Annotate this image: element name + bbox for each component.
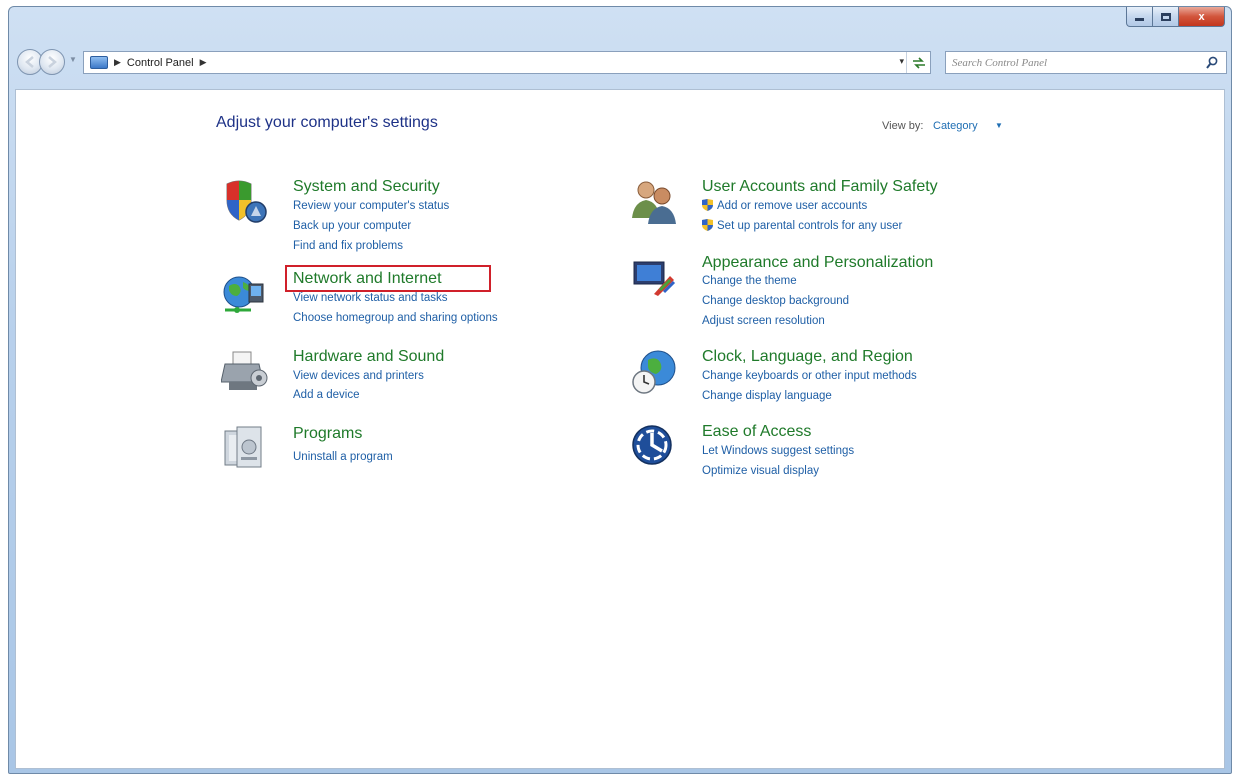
category-title[interactable]: Appearance and Personalization <box>702 254 933 272</box>
forward-arrow-icon <box>48 56 57 68</box>
security-shield-icon <box>226 180 267 223</box>
close-button[interactable]: x <box>1179 7 1225 27</box>
category-title[interactable]: User Accounts and Family Safety <box>702 178 938 196</box>
link-add-remove-users[interactable]: Add or remove user accounts <box>702 199 867 212</box>
link-desktop-background[interactable]: Change desktop background <box>702 295 849 307</box>
link-homegroup[interactable]: Choose homegroup and sharing options <box>293 312 498 324</box>
link-windows-suggest[interactable]: Let Windows suggest settings <box>702 445 854 457</box>
maximize-button[interactable] <box>1153 7 1179 27</box>
users-icon <box>632 181 676 224</box>
link-screen-resolution[interactable]: Adjust screen resolution <box>702 315 825 327</box>
clock-globe-icon <box>632 350 676 394</box>
link-change-theme[interactable]: Change the theme <box>702 275 797 287</box>
view-by-dropdown[interactable]: Category <box>933 120 978 132</box>
maximize-icon <box>1160 12 1171 21</box>
link-review-status[interactable]: Review your computer's status <box>293 200 449 212</box>
uac-shield-icon <box>702 219 713 231</box>
page-title: Adjust your computer's settings <box>216 114 438 131</box>
category-user-accounts: User Accounts and Family Safety Add or r… <box>630 178 1030 240</box>
network-globe-icon <box>223 276 264 313</box>
link-back-up[interactable]: Back up your computer <box>293 220 411 232</box>
minimize-icon <box>1135 18 1144 21</box>
programs-icon <box>224 426 262 468</box>
breadcrumb-chevron-icon[interactable]: ▶ <box>200 57 207 68</box>
search-icon[interactable] <box>1206 56 1218 70</box>
category-title[interactable]: Network and Internet <box>293 270 442 288</box>
link-parental-controls-label: Set up parental controls for any user <box>717 220 903 232</box>
close-icon: x <box>1198 10 1205 23</box>
control-panel-icon <box>90 56 108 69</box>
category-system-security: System and Security Review your computer… <box>221 178 601 258</box>
search-input[interactable] <box>952 52 1202 73</box>
link-add-remove-users-label: Add or remove user accounts <box>717 200 868 212</box>
printer-icon <box>221 351 268 390</box>
category-clock-language-region: Clock, Language, and Region Change keybo… <box>630 348 1030 408</box>
chevron-down-icon[interactable]: ▼ <box>995 121 1003 130</box>
ease-of-access-icon <box>632 425 672 465</box>
category-title[interactable]: System and Security <box>293 178 440 196</box>
caption-buttons: x <box>1126 7 1225 27</box>
category-title[interactable]: Clock, Language, and Region <box>702 348 913 366</box>
category-title[interactable]: Programs <box>293 425 362 443</box>
link-display-language[interactable]: Change display language <box>702 390 832 402</box>
uac-shield-icon <box>702 199 713 211</box>
main-content: Adjust your computer's settings View by:… <box>15 89 1225 769</box>
category-network-internet: Network and Internet View network status… <box>221 265 621 330</box>
link-network-status[interactable]: View network status and tasks <box>293 292 447 304</box>
link-find-fix-problems[interactable]: Find and fix problems <box>293 240 403 252</box>
breadcrumb-chevron-icon[interactable]: ▶ <box>114 57 121 68</box>
breadcrumb-control-panel[interactable]: Control Panel <box>127 57 194 69</box>
navigation-bar: ▼ ▶ Control Panel ▶ ▾ <box>9 47 1231 77</box>
monitor-brush-icon <box>633 261 676 296</box>
category-title[interactable]: Hardware and Sound <box>293 348 444 366</box>
control-panel-window: x ▼ ▶ Control Panel ▶ ▾ Search Control P… <box>8 6 1232 774</box>
category-title[interactable]: Ease of Access <box>702 423 811 441</box>
refresh-button[interactable] <box>906 52 930 73</box>
forward-button[interactable] <box>39 49 65 75</box>
search-box[interactable] <box>945 51 1227 74</box>
link-add-device[interactable]: Add a device <box>293 389 360 401</box>
category-appearance: Appearance and Personalization Change th… <box>630 254 1030 334</box>
minimize-button[interactable] <box>1126 7 1153 27</box>
category-ease-of-access: Ease of Access Let Windows suggest setti… <box>630 423 1030 483</box>
category-hardware-sound: Hardware and Sound View devices and prin… <box>221 348 601 408</box>
link-change-keyboards[interactable]: Change keyboards or other input methods <box>702 370 917 382</box>
link-uninstall-program[interactable]: Uninstall a program <box>293 451 393 463</box>
view-by-label: View by: <box>882 120 924 132</box>
refresh-icon <box>912 56 925 69</box>
link-parental-controls[interactable]: Set up parental controls for any user <box>702 219 902 232</box>
link-optimize-display[interactable]: Optimize visual display <box>702 465 819 477</box>
category-programs: Programs Uninstall a program <box>221 425 601 475</box>
link-devices-printers[interactable]: View devices and printers <box>293 370 424 382</box>
address-dropdown-icon[interactable]: ▾ <box>899 56 904 67</box>
address-bar[interactable]: ▶ Control Panel ▶ ▾ <box>83 51 931 74</box>
recent-pages-dropdown[interactable]: ▼ <box>69 55 77 64</box>
